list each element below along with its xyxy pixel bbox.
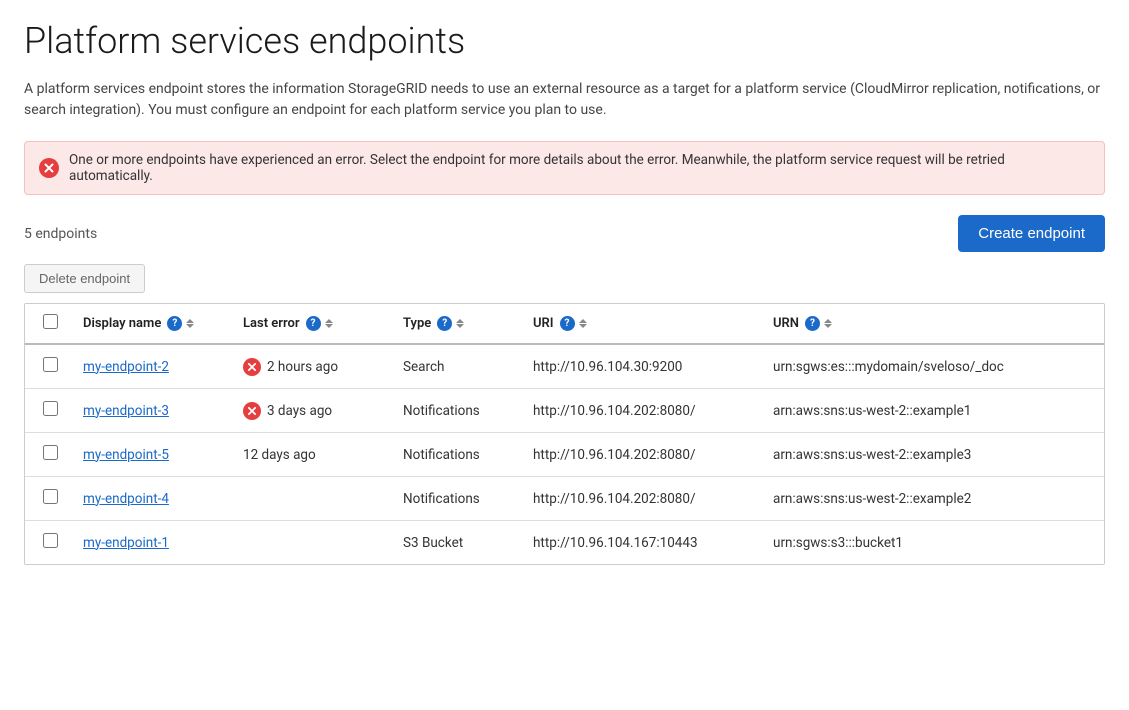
select-all-checkbox[interactable] bbox=[43, 314, 58, 329]
th-uri-label: URI bbox=[533, 316, 554, 331]
row-checkbox-cell bbox=[25, 344, 75, 389]
endpoint-name-link[interactable]: my-endpoint-2 bbox=[83, 359, 169, 375]
sort-up-icon bbox=[186, 319, 194, 323]
endpoint-name-link[interactable]: my-endpoint-5 bbox=[83, 447, 169, 463]
row-checkbox-cell bbox=[25, 389, 75, 433]
sort-up-icon bbox=[325, 319, 333, 323]
th-last-error-label: Last error bbox=[243, 316, 300, 331]
sort-down-icon bbox=[186, 324, 194, 328]
row-type: Notifications bbox=[395, 389, 525, 433]
last-error-sort[interactable] bbox=[325, 319, 333, 328]
urn-sort[interactable] bbox=[824, 319, 832, 328]
table-row: my-endpoint-2 2 hours ago Searchhttp://10.… bbox=[25, 344, 1104, 389]
row-type: S3 Bucket bbox=[395, 521, 525, 565]
row-checkbox-4[interactable] bbox=[43, 533, 58, 548]
row-urn: urn:sgws:es:::mydomain/sveloso/_doc bbox=[765, 344, 1104, 389]
row-display-name[interactable]: my-endpoint-3 bbox=[75, 389, 235, 433]
display-name-sort[interactable] bbox=[186, 319, 194, 328]
table-header-row: Display name ? Last error ? bbox=[25, 304, 1104, 344]
endpoints-table: Display name ? Last error ? bbox=[25, 304, 1104, 564]
row-type: Notifications bbox=[395, 433, 525, 477]
th-type: Type ? bbox=[395, 304, 525, 344]
th-display-name-label: Display name bbox=[83, 316, 161, 331]
error-banner: One or more endpoints have experienced a… bbox=[24, 141, 1105, 195]
row-checkbox-1[interactable] bbox=[43, 401, 58, 416]
row-last-error: 2 hours ago bbox=[235, 344, 395, 389]
sort-down-icon bbox=[325, 324, 333, 328]
error-time-text: 2 hours ago bbox=[267, 359, 338, 375]
urn-help-icon[interactable]: ? bbox=[805, 316, 820, 331]
endpoint-name-link[interactable]: my-endpoint-3 bbox=[83, 403, 169, 419]
sort-up-icon bbox=[579, 319, 587, 323]
error-time-text: 12 days ago bbox=[243, 447, 316, 463]
th-urn-label: URN bbox=[773, 316, 799, 331]
row-urn: arn:aws:sns:us-west-2::example3 bbox=[765, 433, 1104, 477]
sort-up-icon bbox=[456, 319, 464, 323]
last-error-help-icon[interactable]: ? bbox=[306, 316, 321, 331]
th-type-label: Type bbox=[403, 316, 431, 331]
row-checkbox-cell bbox=[25, 433, 75, 477]
row-display-name[interactable]: my-endpoint-4 bbox=[75, 477, 235, 521]
table-row: my-endpoint-4 Notificationshttp://10.96.1… bbox=[25, 477, 1104, 521]
row-type: Search bbox=[395, 344, 525, 389]
table-row: my-endpoint-3 3 days ago Notificationshttp… bbox=[25, 389, 1104, 433]
type-help-icon[interactable]: ? bbox=[437, 316, 452, 331]
row-uri: http://10.96.104.202:8080/ bbox=[525, 433, 765, 477]
row-last-error bbox=[235, 477, 395, 521]
row-type: Notifications bbox=[395, 477, 525, 521]
row-uri: http://10.96.104.202:8080/ bbox=[525, 389, 765, 433]
th-checkbox bbox=[25, 304, 75, 344]
delete-button-area: Delete endpoint bbox=[24, 264, 1105, 303]
th-last-error: Last error ? bbox=[235, 304, 395, 344]
row-urn: arn:aws:sns:us-west-2::example1 bbox=[765, 389, 1104, 433]
error-banner-text: One or more endpoints have experienced a… bbox=[69, 152, 1090, 184]
endpoints-table-wrapper: Display name ? Last error ? bbox=[24, 303, 1105, 565]
endpoint-name-link[interactable]: my-endpoint-4 bbox=[83, 491, 169, 507]
table-row: my-endpoint-1 S3 Buckethttp://10.96.104.1… bbox=[25, 521, 1104, 565]
sort-down-icon bbox=[579, 324, 587, 328]
endpoint-name-link[interactable]: my-endpoint-1 bbox=[83, 535, 169, 551]
th-uri: URI ? bbox=[525, 304, 765, 344]
error-x-icon bbox=[243, 402, 261, 420]
uri-sort[interactable] bbox=[579, 319, 587, 328]
row-display-name[interactable]: my-endpoint-5 bbox=[75, 433, 235, 477]
sort-down-icon bbox=[456, 324, 464, 328]
page-description: A platform services endpoint stores the … bbox=[24, 79, 1104, 121]
th-urn: URN ? bbox=[765, 304, 1104, 344]
create-endpoint-button[interactable]: Create endpoint bbox=[958, 215, 1105, 252]
row-checkbox-0[interactable] bbox=[43, 357, 58, 372]
row-last-error: 12 days ago bbox=[235, 433, 395, 477]
th-display-name: Display name ? bbox=[75, 304, 235, 344]
row-checkbox-2[interactable] bbox=[43, 445, 58, 460]
error-time-text: 3 days ago bbox=[267, 403, 332, 419]
row-urn: urn:sgws:s3:::bucket1 bbox=[765, 521, 1104, 565]
row-display-name[interactable]: my-endpoint-2 bbox=[75, 344, 235, 389]
row-last-error: 3 days ago bbox=[235, 389, 395, 433]
row-urn: arn:aws:sns:us-west-2::example2 bbox=[765, 477, 1104, 521]
row-last-error bbox=[235, 521, 395, 565]
endpoints-count: 5 endpoints bbox=[24, 226, 97, 242]
error-banner-icon bbox=[39, 158, 59, 178]
row-checkbox-3[interactable] bbox=[43, 489, 58, 504]
table-row: my-endpoint-5 12 days ago Notificationshtt… bbox=[25, 433, 1104, 477]
row-display-name[interactable]: my-endpoint-1 bbox=[75, 521, 235, 565]
page-title: Platform services endpoints bbox=[24, 20, 1105, 63]
display-name-help-icon[interactable]: ? bbox=[167, 316, 182, 331]
delete-endpoint-button[interactable]: Delete endpoint bbox=[24, 264, 145, 293]
type-sort[interactable] bbox=[456, 319, 464, 328]
uri-help-icon[interactable]: ? bbox=[560, 316, 575, 331]
row-checkbox-cell bbox=[25, 477, 75, 521]
row-checkbox-cell bbox=[25, 521, 75, 565]
row-uri: http://10.96.104.167:10443 bbox=[525, 521, 765, 565]
row-uri: http://10.96.104.30:9200 bbox=[525, 344, 765, 389]
toolbar: 5 endpoints Create endpoint bbox=[24, 215, 1105, 252]
row-uri: http://10.96.104.202:8080/ bbox=[525, 477, 765, 521]
error-x-icon bbox=[243, 358, 261, 376]
sort-up-icon bbox=[824, 319, 832, 323]
sort-down-icon bbox=[824, 324, 832, 328]
